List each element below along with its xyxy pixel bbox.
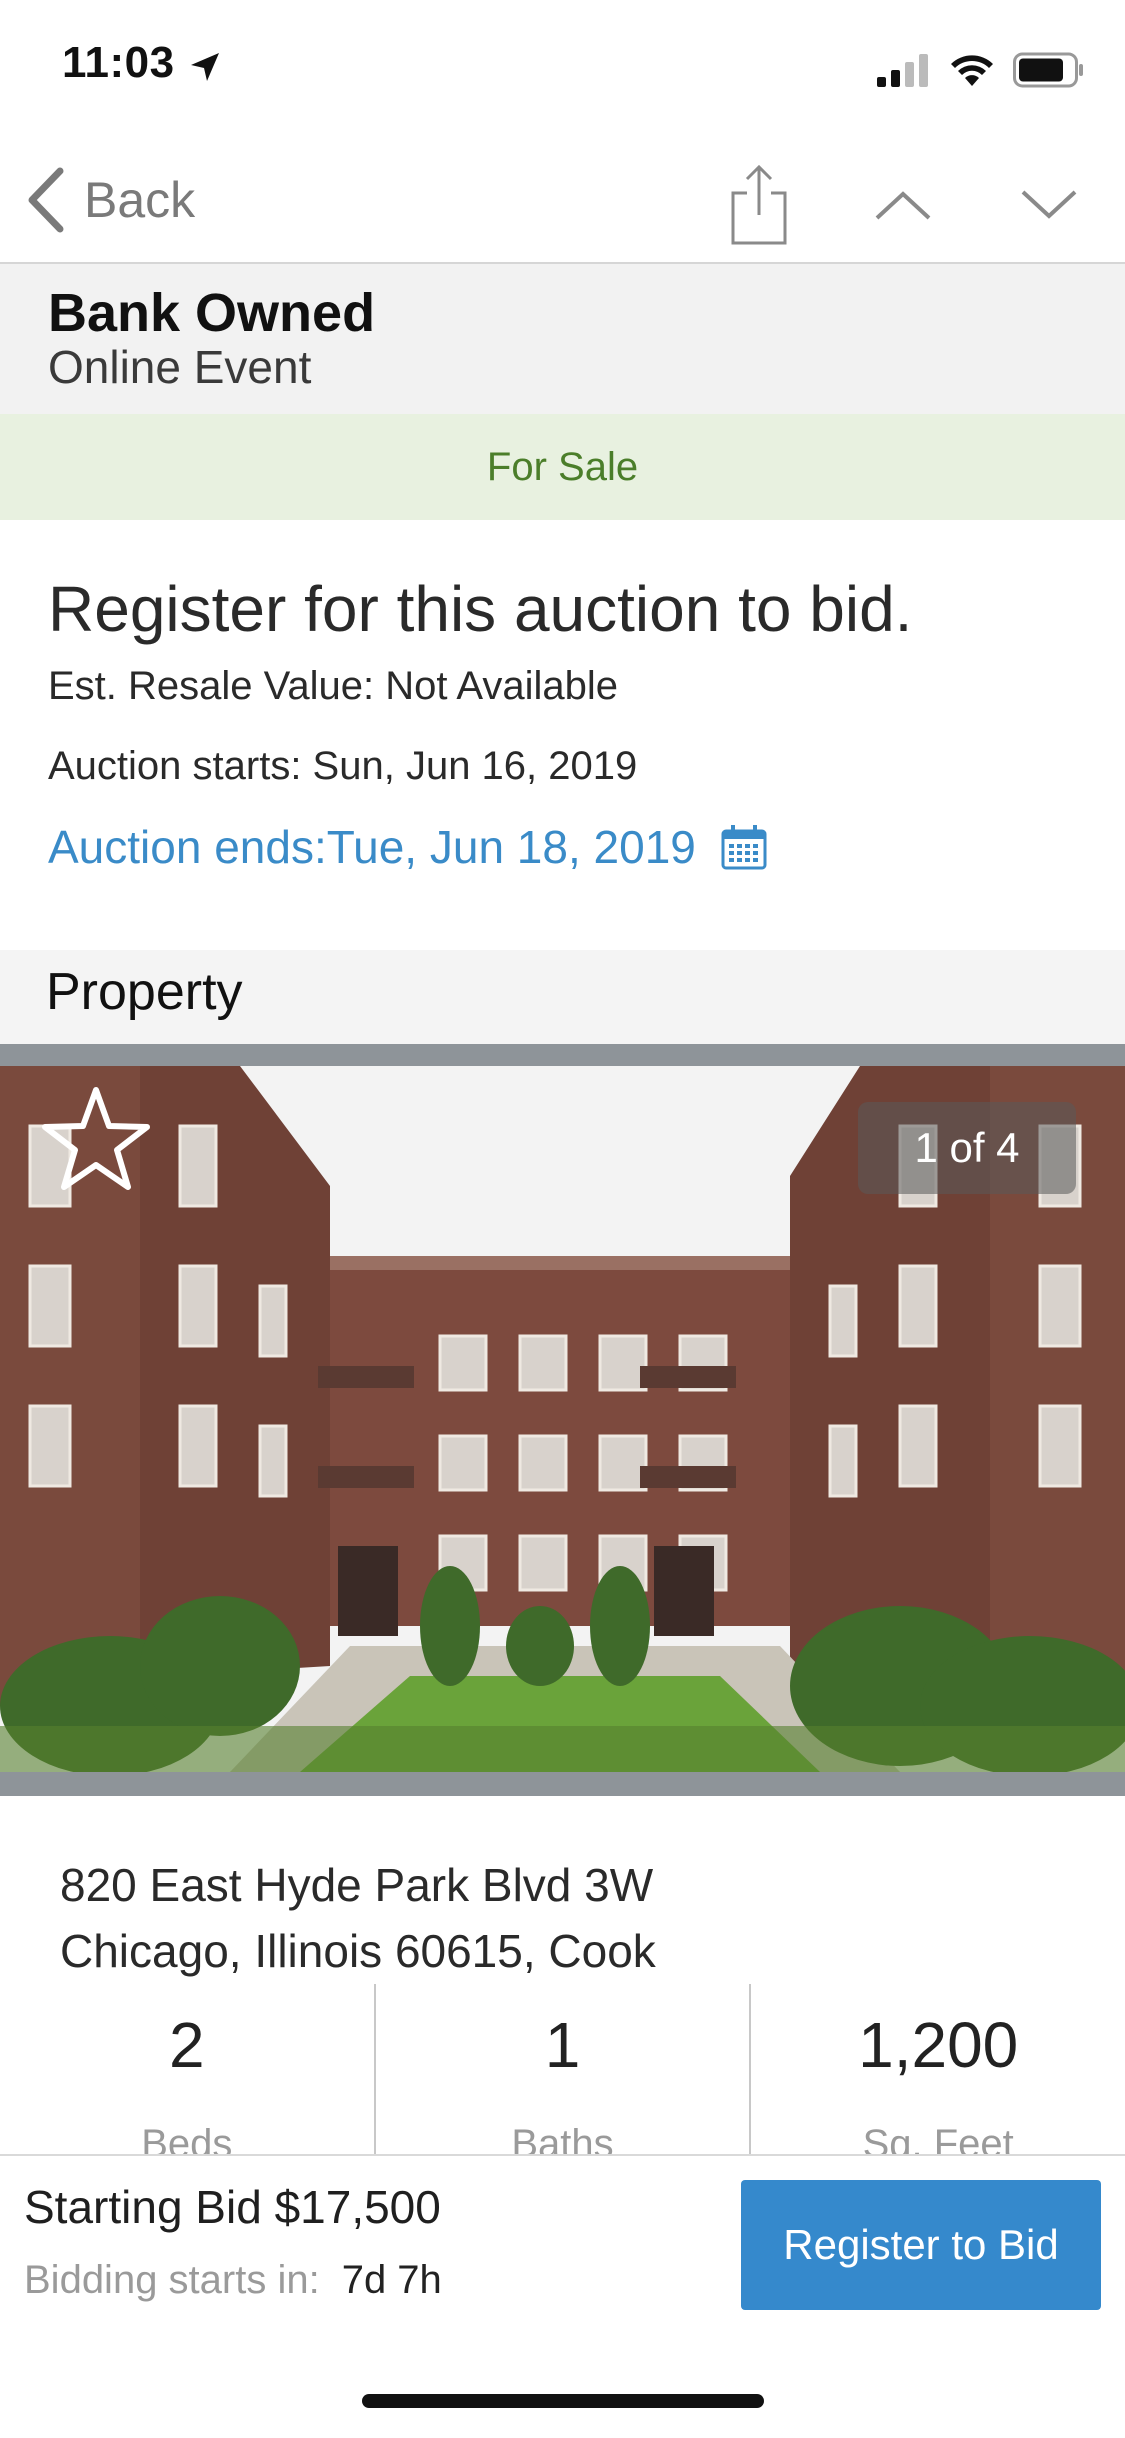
register-to-bid-button[interactable]: Register to Bid [741,2180,1101,2310]
starting-bid: Starting Bid $17,500 [24,2181,441,2233]
property-section-title: Property [46,963,243,1021]
sale-status-label: For Sale [486,444,639,489]
favorite-star-icon[interactable] [36,1080,156,1200]
stat-value: 1 [544,2009,581,2081]
back-label: Back [84,172,196,228]
bidding-countdown-value: 7d 7h [341,2258,442,2302]
bidding-countdown: Bidding starts in: 7d 7h [24,2258,442,2303]
calendar-icon [721,825,767,870]
share-button[interactable] [704,150,814,260]
back-button[interactable]: Back [24,160,195,240]
address-line-1: 820 East Hyde Park Blvd 3W [60,1859,654,1911]
chevron-up-icon [875,191,931,220]
bidding-countdown-label: Bidding starts in: [24,2258,320,2302]
stat-beds: 2 Beds [0,1984,374,2166]
stat-sqft: 1,200 Sq. Feet [749,1984,1125,2166]
status-indicators [877,50,1085,90]
status-time: 11:03 [62,38,175,87]
stat-value: 1,200 [858,2009,1019,2081]
event-subtitle: Online Event [48,341,312,393]
share-icon [731,164,787,245]
signal-icon [877,54,928,87]
next-button[interactable] [994,150,1104,260]
property-stats: 2 Beds 1 Baths 1,200 Sq. Feet [0,1984,1125,2166]
chevron-down-icon [1021,190,1077,219]
auction-start: Auction starts: Sun, Jun 16, 2019 [48,744,638,788]
auction-end-label: Auction ends:Tue, Jun 18, 2019 [48,821,696,873]
battery-icon [1013,52,1083,88]
wifi-icon [951,55,993,86]
resale-value: Est. Resale Value: Not Available [48,664,618,708]
stat-baths: 1 Baths [373,1984,750,2166]
auction-end-link[interactable]: Auction ends:Tue, Jun 18, 2019 [48,820,768,874]
chevron-left-icon [28,167,64,233]
stat-value: 2 [169,2009,205,2081]
register-prompt: Register for this auction to bid. [48,573,913,645]
location-arrow-icon [191,53,219,81]
event-type: Bank Owned [48,283,376,343]
sale-status-banner: For Sale [0,414,1125,520]
photo-counter: 1 of 4 [858,1102,1076,1194]
previous-button[interactable] [848,150,958,260]
home-indicator[interactable] [362,2394,764,2408]
photo-counter-label: 1 of 4 [914,1124,1020,1171]
address-line-2: Chicago, Illinois 60615, Cook [60,1925,656,1977]
